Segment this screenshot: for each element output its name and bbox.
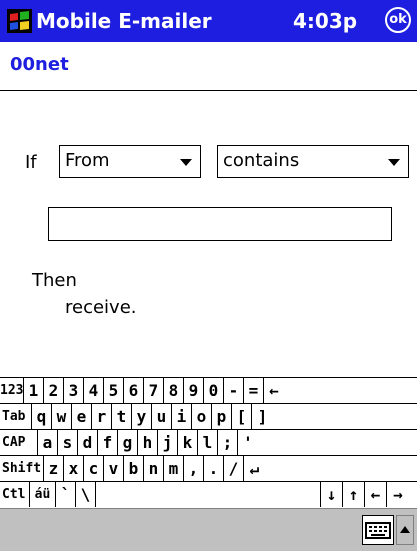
keyboard-icon [365,522,391,539]
chevron-down-icon [180,159,192,166]
field-select-value: From [65,150,110,171]
key-h[interactable]: h [138,430,158,455]
key-k[interactable]: k [178,430,198,455]
key-p[interactable]: p [212,404,232,429]
key-v[interactable]: v [104,456,124,481]
key-n[interactable]: n [144,456,164,481]
key-apostrophe[interactable]: ' [238,430,258,455]
key-8[interactable]: 8 [164,378,184,403]
key-f[interactable]: f [98,430,118,455]
key-6[interactable]: 6 [124,378,144,403]
value-input[interactable] [48,207,392,241]
key-tab[interactable]: Tab [0,404,32,429]
key-left-bracket[interactable]: [ [232,404,252,429]
up-arrow-icon[interactable] [396,515,414,545]
key-r[interactable]: r [92,404,112,429]
backspace-key[interactable]: ← [264,378,284,403]
key-9[interactable]: 9 [184,378,204,403]
keyboard-row-2: Tab q w e r t y u i o p [ ] [0,404,417,430]
key-t[interactable]: t [112,404,132,429]
key-y[interactable]: y [132,404,152,429]
operator-select-value: contains [223,150,300,171]
key-shift[interactable]: Shift [0,456,44,481]
key-d[interactable]: d [78,430,98,455]
arrow-up-key[interactable]: ↑ [343,482,365,507]
key-accents[interactable]: áü [30,482,56,507]
key-u[interactable]: u [152,404,172,429]
enter-key[interactable]: ↵ [244,456,265,481]
key-equals[interactable]: = [244,378,264,403]
key-minus[interactable]: - [224,378,244,403]
key-slash[interactable]: / [224,456,244,481]
keyboard-row-3: CAP a s d f g h j k l ; ' [0,430,417,456]
ok-button[interactable]: ok [385,7,411,33]
key-i[interactable]: i [172,404,192,429]
key-b[interactable]: b [124,456,144,481]
key-7[interactable]: 7 [144,378,164,403]
title-bar: Mobile E-mailer 4:03p ok [0,0,417,42]
key-q[interactable]: q [32,404,52,429]
field-select[interactable]: From [59,145,201,178]
key-a[interactable]: a [38,430,58,455]
key-m[interactable]: m [164,456,184,481]
key-comma[interactable]: , [184,456,204,481]
key-l[interactable]: l [198,430,218,455]
space-key[interactable] [96,482,321,507]
clock[interactable]: 4:03p [293,9,357,33]
key-c[interactable]: c [84,456,104,481]
key-semicolon[interactable]: ; [218,430,238,455]
chevron-down-icon [388,159,400,166]
windows-flag-icon[interactable] [7,9,32,33]
key-period[interactable]: . [204,456,224,481]
key-backtick[interactable]: ` [56,482,76,507]
key-o[interactable]: o [192,404,212,429]
key-s[interactable]: s [58,430,78,455]
app-title: Mobile E-mailer [36,9,212,33]
keyboard-toggle-button[interactable] [362,515,394,545]
key-3[interactable]: 3 [64,378,84,403]
action-text[interactable]: receive. [65,297,137,318]
key-w[interactable]: w [52,404,72,429]
soft-keyboard: 123 1 2 3 4 5 6 7 8 9 0 - = ← Tab q w e … [0,377,417,508]
key-j[interactable]: j [158,430,178,455]
account-name: 00net [10,54,69,75]
key-g[interactable]: g [118,430,138,455]
key-ctrl[interactable]: Ctl [0,482,30,507]
keyboard-row-1: 123 1 2 3 4 5 6 7 8 9 0 - = ← [0,378,417,404]
keyboard-row-5: Ctl áü ` \ ↓ ↑ ← → [0,482,417,508]
arrow-left-key[interactable]: ← [365,482,387,507]
divider [0,90,417,91]
key-4[interactable]: 4 [84,378,104,403]
keyboard-row-4: Shift z x c v b n m , . / ↵ [0,456,417,482]
key-123[interactable]: 123 [0,378,24,403]
key-5[interactable]: 5 [104,378,124,403]
arrow-right-key[interactable]: → [387,482,409,507]
operator-select[interactable]: contains [217,145,409,178]
arrow-down-key[interactable]: ↓ [321,482,343,507]
key-2[interactable]: 2 [44,378,64,403]
if-label: If [25,152,37,173]
key-x[interactable]: x [64,456,84,481]
key-1[interactable]: 1 [24,378,44,403]
key-z[interactable]: z [44,456,64,481]
key-caps[interactable]: CAP [0,430,38,455]
key-backslash[interactable]: \ [76,482,96,507]
then-label: Then [32,270,77,291]
key-e[interactable]: e [72,404,92,429]
command-bar [0,508,417,551]
key-0[interactable]: 0 [204,378,224,403]
key-right-bracket[interactable]: ] [252,404,273,429]
